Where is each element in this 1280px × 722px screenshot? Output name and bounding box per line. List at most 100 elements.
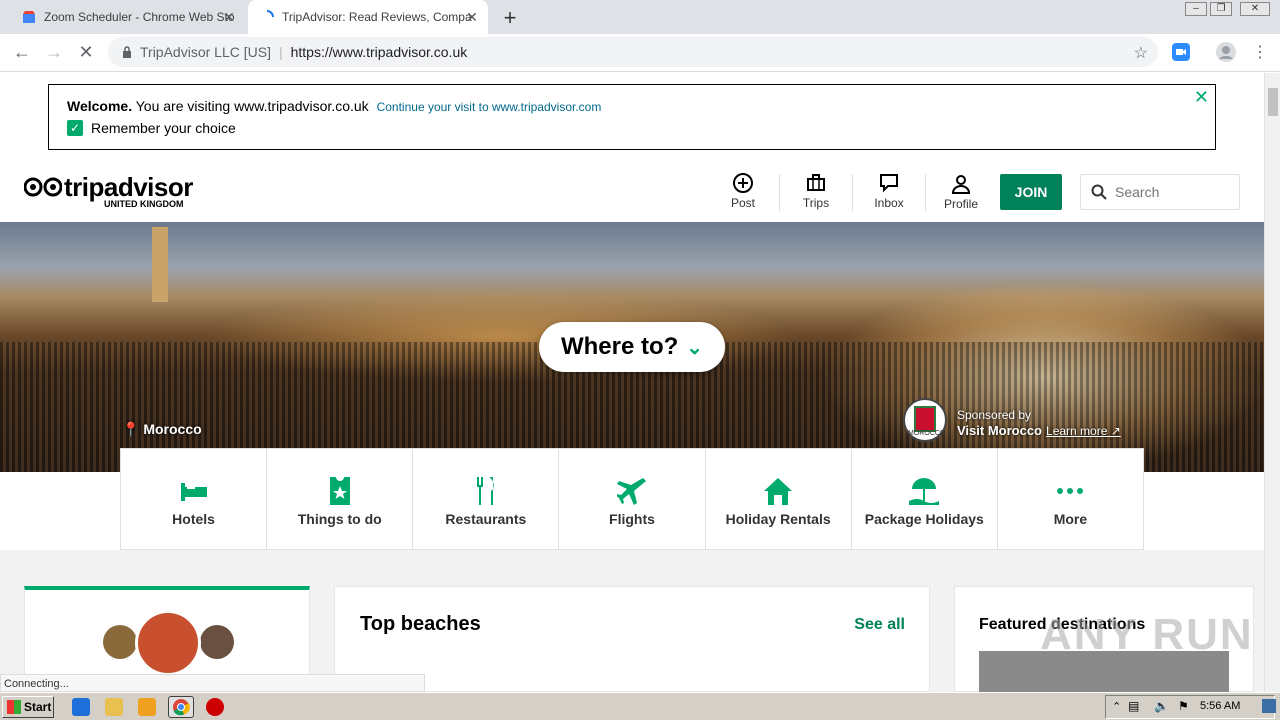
welcome-banner: Welcome. You are visiting www.tripadviso… [48,84,1216,150]
file-explorer-icon[interactable] [105,698,123,716]
category-flights[interactable]: Flights [559,449,706,549]
category-holiday-rentals[interactable]: Holiday Rentals [706,449,852,549]
status-bubble: Connecting... [0,674,425,692]
search-box[interactable] [1080,174,1240,210]
learn-more-link[interactable]: Learn more ↗ [1046,424,1121,438]
start-button[interactable]: Start [2,696,54,718]
remember-choice-row[interactable]: ✓ Remember your choice [67,120,236,136]
windows-taskbar: Start ⌃ ▤ 🔈 ⚑ 5:56 AM [0,692,1280,720]
avatar [103,625,137,659]
category-bar: Hotels Things to do Restaurants Flights … [120,448,1144,550]
close-tab-icon[interactable]: ✕ [464,9,480,26]
hero-location-label: Morocco [143,421,202,437]
bed-icon [180,483,207,501]
windows-logo-icon [7,700,21,714]
tab-title: TripAdvisor: Read Reviews, Compare [282,10,472,24]
welcome-line: Welcome. You are visiting www.tripadviso… [67,98,601,114]
close-tab-icon[interactable]: ✕ [221,9,237,26]
network-icon[interactable]: ▤ [1128,699,1139,713]
taskbar-clock: 5:56 AM [1200,700,1241,712]
media-player-icon[interactable] [138,698,156,716]
continue-link[interactable]: Continue your visit to www.tripadvisor.c… [377,100,602,114]
tab-title: Zoom Scheduler - Chrome Web Store [44,10,234,24]
avatar [200,625,234,659]
welcome-text: You are visiting www.tripadvisor.co.uk [135,98,369,114]
category-label: Flights [609,511,655,527]
back-arrow-icon[interactable]: ← [10,42,34,63]
url-text: https://www.tripadvisor.co.uk [290,44,468,60]
close-window-button[interactable]: ✕ [1240,2,1270,16]
chevron-down-icon: ⌄ [686,336,704,359]
anyrun-watermark: ANY RUN [1040,610,1254,659]
zoom-extension-icon[interactable] [1172,43,1190,61]
nav-post-label: Post [730,196,755,210]
chrome-web-store-icon [23,11,35,23]
browser-toolbar: ← → ✕ TripAdvisor LLC [US] | https://www… [0,34,1280,72]
scrollbar-thumb[interactable] [1268,88,1278,116]
page-scrollbar[interactable] [1264,73,1280,692]
chat-icon [880,174,898,193]
restore-window-button[interactable]: ❐ [1210,2,1232,16]
welcome-bold: Welcome. [67,98,133,114]
stop-sign-icon[interactable] [206,698,224,716]
category-things-to-do[interactable]: Things to do [267,449,414,549]
sponsor-text: Sponsored by Visit Morocco Learn more ↗ [957,407,1121,439]
top-beaches-title: Top beaches [360,613,481,635]
remember-label: Remember your choice [91,120,236,136]
see-all-link[interactable]: See all [854,616,905,634]
minimize-window-button[interactable]: – [1185,2,1207,16]
suitcase-icon [807,174,825,191]
stop-loading-icon[interactable]: ✕ [74,42,98,63]
search-input[interactable] [1115,184,1225,200]
category-more[interactable]: More [998,449,1143,549]
close-banner-icon[interactable]: ✕ [1194,87,1209,108]
new-tab-button[interactable]: + [498,5,522,31]
flag-icon[interactable]: ⚑ [1178,699,1189,713]
site-identity: TripAdvisor LLC [US] [140,44,271,60]
browser-menu-icon[interactable]: ⋮ [1248,42,1272,62]
nav-post[interactable]: Post [707,172,779,210]
category-label: Package Holidays [864,511,984,527]
tray-expand-icon[interactable]: ⌃ [1112,700,1121,713]
internet-explorer-icon[interactable] [72,698,90,716]
tab-zoom-scheduler[interactable]: Zoom Scheduler - Chrome Web Store ✕ [10,0,245,34]
tab-tripadvisor[interactable]: TripAdvisor: Read Reviews, Compare ✕ [248,0,488,34]
search-icon [1091,184,1107,200]
category-restaurants[interactable]: Restaurants [413,449,560,549]
sponsor-name: Visit Morocco [957,423,1043,438]
bookmark-star-icon[interactable]: ☆ [1134,43,1148,63]
visit-morocco-logo[interactable]: MOROCCO [903,398,947,442]
tripadvisor-logo[interactable]: tripadvisor UNITED KINGDOM [24,172,214,212]
where-to-label: Where to? [560,333,679,360]
morocco-flag-icon [914,406,936,432]
remember-checkbox[interactable]: ✓ [67,120,83,136]
avatar [135,610,201,676]
category-label: Restaurants [445,511,527,527]
join-button[interactable]: JOIN [1000,174,1062,210]
chrome-taskbar-button[interactable] [168,696,194,718]
forward-arrow-icon[interactable]: → [42,42,66,63]
category-package-holidays[interactable]: Package Holidays [852,449,998,549]
more-dots-icon [1057,488,1084,494]
location-pin-icon: 📍 [122,421,140,437]
nav-trips[interactable]: Trips [780,172,852,210]
start-label: Start [24,700,52,714]
address-bar[interactable]: TripAdvisor LLC [US] | https://www.tripa… [108,37,1158,67]
owl-eyes-icon [24,177,62,197]
chrome-icon [173,699,190,716]
category-label: Things to do [297,511,382,527]
speaker-icon[interactable]: 🔈 [1154,699,1169,713]
category-hotels[interactable]: Hotels [121,449,268,549]
plane-icon [616,478,646,505]
nav-profile[interactable]: Profile [925,173,997,211]
account-avatar-icon[interactable] [1216,42,1236,62]
nav-inbox[interactable]: Inbox [853,172,925,210]
sponsor-logo-text: MOROCCO [908,430,946,437]
fork-knife-icon [476,477,494,505]
beach-umbrella-icon [909,478,940,505]
where-to-button[interactable]: Where to? ⌄ [539,322,725,372]
nav-trips-label: Trips [802,196,830,210]
omnibox-divider: | [278,44,283,60]
show-desktop-icon[interactable] [1262,699,1276,713]
browser-tab-strip: Zoom Scheduler - Chrome Web Store ✕ Trip… [0,0,1280,34]
